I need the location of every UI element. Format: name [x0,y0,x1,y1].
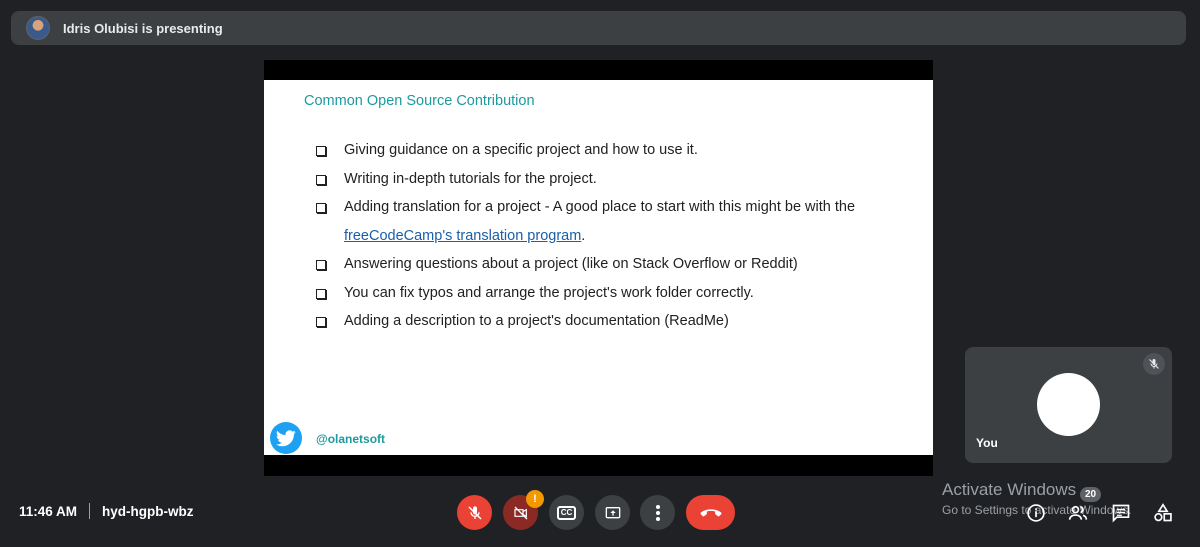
activities-button[interactable] [1151,501,1175,525]
checkbox-bullet-icon [316,146,326,156]
meeting-details-button[interactable] [1024,501,1048,525]
presenter-avatar [26,16,50,40]
bullet-item: Answering questions about a project (lik… [316,250,916,279]
checkbox-bullet-icon [316,288,326,299]
mic-off-icon [1143,353,1165,375]
presenting-banner: Idris Olubisi is presenting [11,11,1186,45]
meeting-time: 11:46 AM [19,503,78,519]
self-avatar [1037,373,1100,436]
self-view-tile[interactable]: You [965,347,1172,463]
bullet-item: Writing in-depth tutorials for the proje… [316,165,916,194]
chat-button[interactable] [1109,501,1133,525]
hang-up-icon [700,508,721,516]
bullet-item: You can fix typos and arrange the projec… [316,279,916,308]
twitter-icon [270,422,302,454]
bullet-item: Adding translation for a project - A goo… [316,193,916,250]
microphone-toggle-button[interactable] [457,495,492,530]
meeting-code[interactable]: hyd-hgpb-wbz [102,504,193,519]
checkbox-bullet-icon [316,317,326,327]
presentation-slide: Common Open Source Contribution Giving g… [264,80,933,455]
slide-title: Common Open Source Contribution [304,93,535,109]
slide-bullet-list: Giving guidance on a specific project an… [316,136,916,336]
checkbox-bullet-icon [316,174,326,185]
camera-alert-badge: ! [526,490,544,508]
participants-count-badge: 20 [1080,487,1101,502]
presenting-text: Idris Olubisi is presenting [63,20,223,36]
people-button[interactable] [1066,501,1090,525]
captions-icon: CC [556,505,577,520]
divider [89,503,91,519]
bullet-item: Giving guidance on a specific project an… [316,136,916,165]
present-screen-button[interactable] [595,495,630,530]
bullet-item: Adding a description to a project's docu… [316,307,916,336]
twitter-handle: @olanetsoft [316,432,386,446]
chat-icon [1112,504,1130,523]
translation-program-link[interactable]: freeCodeCamp's translation program [344,228,581,244]
checkbox-bullet-icon [316,203,326,213]
meeting-info: 11:46 AM hyd-hgpb-wbz [19,503,194,519]
shared-screen[interactable]: Common Open Source Contribution Giving g… [264,60,933,476]
more-vert-icon [655,504,660,521]
activities-icon [1154,503,1172,522]
checkbox-bullet-icon [316,260,326,270]
mic-off-icon [467,505,482,520]
people-icon [1068,505,1088,520]
leave-call-button[interactable] [686,495,735,530]
more-options-button[interactable] [640,495,675,530]
info-icon [1027,504,1045,522]
watermark-title: Activate Windows [942,480,1077,499]
self-name-label: You [976,436,998,450]
present-screen-icon [605,506,620,518]
camera-off-icon [513,506,527,519]
captions-button[interactable]: CC [549,495,584,530]
